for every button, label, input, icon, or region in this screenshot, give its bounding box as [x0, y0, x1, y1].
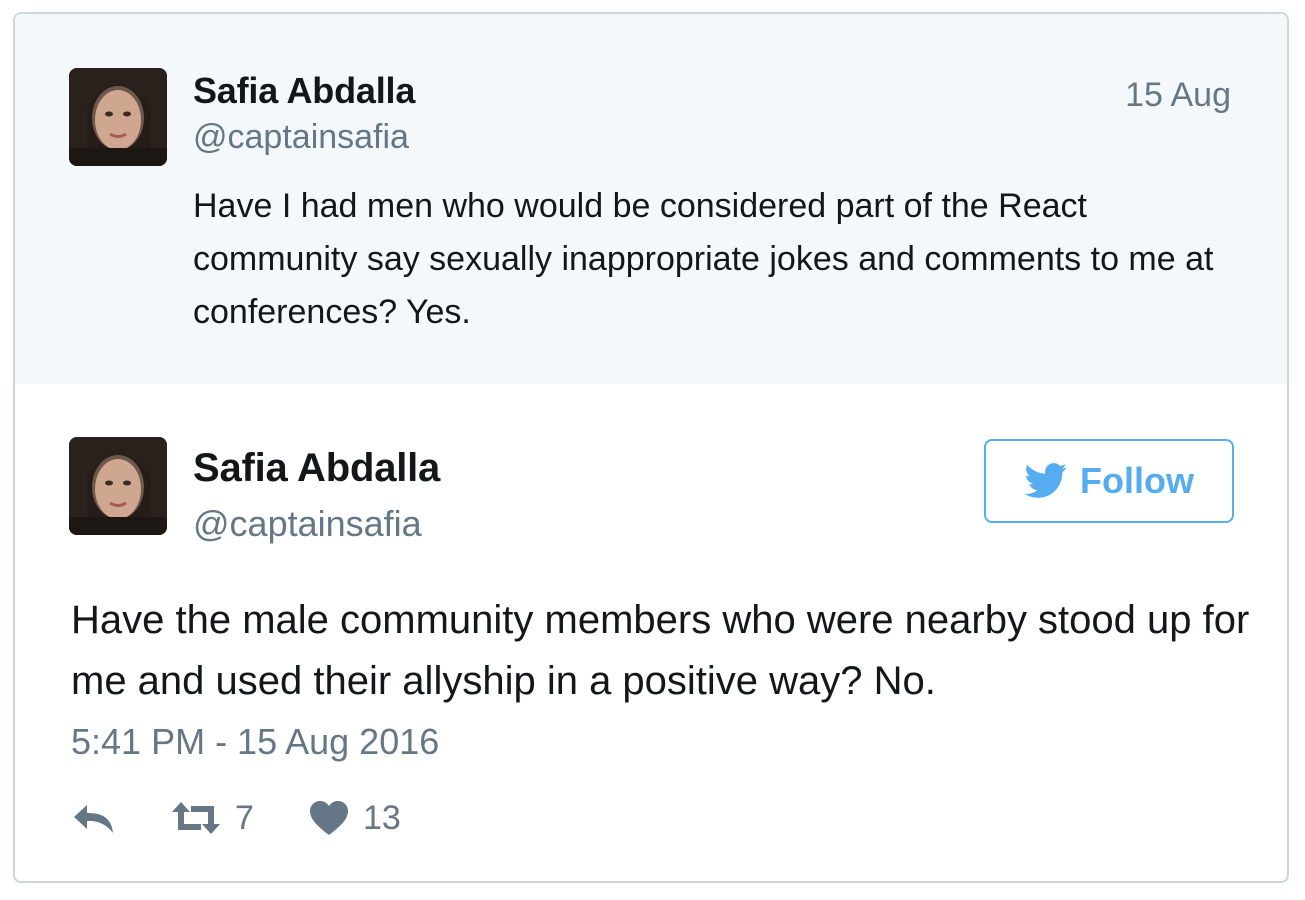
- avatar-image: [69, 68, 167, 166]
- tweet-text: Have the male community members who were…: [71, 598, 1250, 703]
- reply-icon: [74, 805, 113, 833]
- follow-button[interactable]: Follow: [984, 439, 1234, 523]
- author-name[interactable]: Safia Abdalla: [193, 70, 415, 112]
- tweet-date[interactable]: 15 Aug: [1125, 76, 1231, 115]
- author-name[interactable]: Safia Abdalla: [193, 446, 440, 491]
- retweet-icon: [172, 802, 220, 834]
- avatar[interactable]: [69, 437, 167, 535]
- like-count: 13: [363, 798, 401, 837]
- follow-label: Follow: [1080, 460, 1194, 501]
- heart-icon: [310, 801, 348, 835]
- like-button[interactable]: 13: [309, 794, 401, 842]
- tweet-text: Have I had men who would be considered p…: [193, 187, 1214, 331]
- reply-button[interactable]: [71, 794, 117, 842]
- author-handle[interactable]: @captainsafia: [193, 503, 422, 545]
- retweet-button[interactable]: 7: [171, 794, 254, 842]
- parent-tweet[interactable]: Safia Abdalla @captainsafia 15 Aug Have …: [15, 14, 1287, 384]
- twitter-bird-icon: [1024, 463, 1067, 498]
- tweet-timestamp[interactable]: 5:41 PM - 15 Aug 2016: [71, 721, 439, 763]
- retweet-count: 7: [235, 798, 254, 837]
- author-handle[interactable]: @captainsafia: [193, 118, 409, 157]
- avatar-image: [69, 437, 167, 535]
- embedded-tweet-card: Safia Abdalla @captainsafia 15 Aug Have …: [13, 12, 1289, 883]
- avatar[interactable]: [69, 68, 167, 166]
